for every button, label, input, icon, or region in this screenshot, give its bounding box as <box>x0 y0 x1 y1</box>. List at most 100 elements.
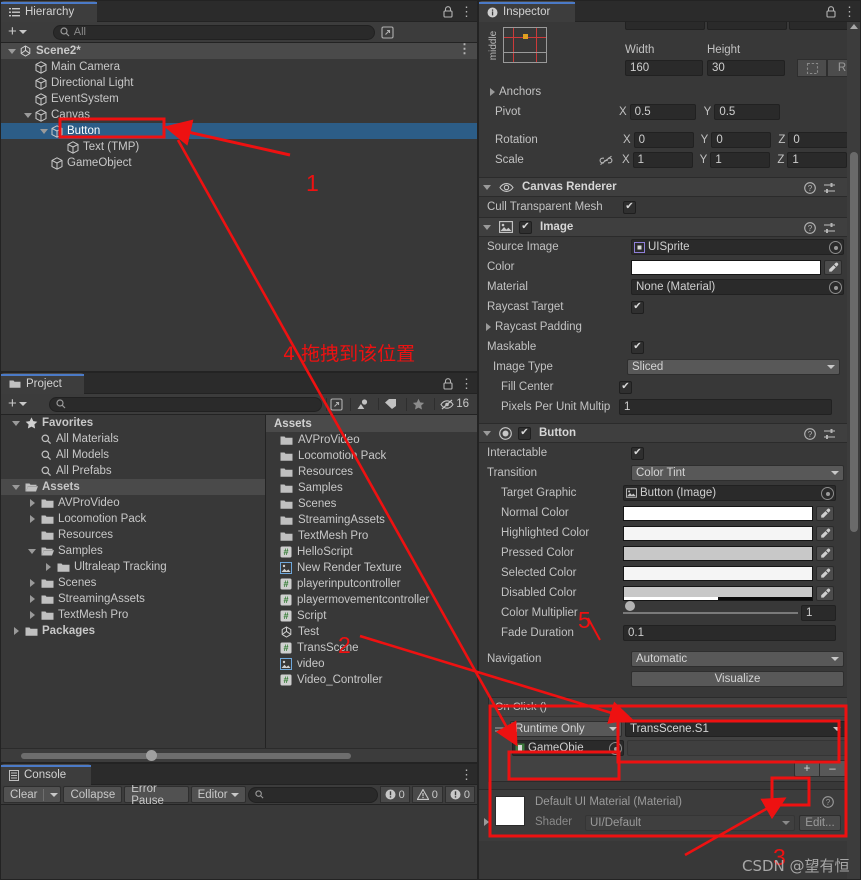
cull-transparent-mesh-checkbox[interactable] <box>623 200 636 214</box>
visualize-button[interactable]: Visualize <box>631 671 844 687</box>
hierarchy-item-gameobject[interactable]: GameObject <box>1 155 477 171</box>
kebab-menu-icon[interactable]: ⋮ <box>843 5 856 18</box>
tab-hierarchy[interactable]: Hierarchy <box>1 1 97 22</box>
project-tree-item-ultraleap-tracking[interactable]: Ultraleap Tracking <box>1 559 265 575</box>
blueprint-mode-icon[interactable] <box>797 59 827 77</box>
chevron-down-icon[interactable] <box>27 545 39 557</box>
filter-label-icon[interactable] <box>378 398 402 410</box>
asset-item-scenes[interactable]: Scenes <box>266 496 477 512</box>
create-menu-button[interactable]: + <box>4 24 31 39</box>
rotation-x-input[interactable]: 0 <box>633 132 694 148</box>
lock-icon[interactable] <box>826 5 836 18</box>
eyedropper-icon[interactable] <box>816 525 834 541</box>
tab-console[interactable]: Console <box>1 764 91 785</box>
console-search-input[interactable] <box>247 786 378 803</box>
scale-z-input[interactable]: 1 <box>787 152 848 168</box>
source-image-objectfield[interactable]: UISprite <box>631 239 844 255</box>
button-color-swatch[interactable] <box>623 585 813 601</box>
add-event-button[interactable]: + <box>794 760 820 777</box>
asset-item-new-render-texture[interactable]: New Render Texture <box>266 560 477 576</box>
favorite-star-icon[interactable] <box>406 397 430 411</box>
object-picker-icon[interactable] <box>829 241 842 254</box>
kebab-menu-icon[interactable]: ⋮ <box>460 377 473 390</box>
log-count-toggle[interactable]: 0 <box>379 786 410 803</box>
asset-item-resources[interactable]: Resources <box>266 464 477 480</box>
pos-y-field-clipped[interactable] <box>707 22 787 30</box>
object-picker-icon[interactable] <box>821 487 834 500</box>
chevron-right-icon[interactable] <box>27 577 39 589</box>
button-color-swatch[interactable] <box>623 525 813 541</box>
chevron-down-icon[interactable] <box>482 181 494 193</box>
pivot-x-input[interactable]: 0.5 <box>629 104 696 120</box>
project-tree-item-all-prefabs[interactable]: All Prefabs <box>1 463 265 479</box>
scale-x-input[interactable]: 1 <box>632 152 693 168</box>
eyedropper-icon[interactable] <box>816 545 834 561</box>
asset-item-playermovementcontroller[interactable]: # playermovementcontroller <box>266 592 477 608</box>
button-color-swatch[interactable] <box>623 505 813 521</box>
image-component-header[interactable]: Image ? ⋮ <box>479 217 860 237</box>
pos-x-field-clipped[interactable] <box>625 22 705 30</box>
project-create-menu-button[interactable]: + <box>4 396 31 411</box>
raycast-target-checkbox[interactable] <box>631 300 644 314</box>
preset-icon[interactable] <box>823 182 836 194</box>
project-tree-item-assets[interactable]: Assets <box>1 479 265 495</box>
chevron-down-icon[interactable] <box>482 427 494 439</box>
chevron-down-icon[interactable] <box>11 417 23 429</box>
asset-item-transscene[interactable]: # TransScene <box>266 640 477 656</box>
color-multiplier-slider[interactable] <box>623 601 798 621</box>
project-tree-item-avprovideo[interactable]: AVProVideo <box>1 495 265 511</box>
scrollbar-thumb[interactable] <box>850 152 858 532</box>
asset-item-playerinputcontroller[interactable]: # playerinputcontroller <box>266 576 477 592</box>
asset-item-script[interactable]: # Script <box>266 608 477 624</box>
remove-event-button[interactable]: – <box>820 760 846 777</box>
anchors-foldout[interactable]: Anchors <box>479 82 860 102</box>
eyedropper-icon[interactable] <box>816 505 834 521</box>
asset-item-avprovideo[interactable]: AVProVideo <box>266 432 477 448</box>
fade-duration-input[interactable]: 0.1 <box>623 625 836 641</box>
chevron-right-icon[interactable] <box>27 593 39 605</box>
help-icon[interactable]: ? <box>822 796 834 808</box>
project-tree-item-streamingassets[interactable]: StreamingAssets <box>1 591 265 607</box>
tab-project[interactable]: Project <box>1 373 84 394</box>
canvas-renderer-header[interactable]: Canvas Renderer ? ⋮ <box>479 177 860 197</box>
project-tree-item-favorites[interactable]: Favorites <box>1 415 265 431</box>
image-color-swatch[interactable] <box>631 259 821 275</box>
collapse-toggle[interactable]: Collapse <box>63 786 123 803</box>
hierarchy-item-main-camera[interactable]: Main Camera <box>1 59 477 75</box>
clear-button[interactable]: Clear <box>3 786 62 803</box>
chevron-right-icon[interactable] <box>27 497 39 509</box>
asset-item-locomotion-pack[interactable]: Locomotion Pack <box>266 448 477 464</box>
project-tree-item-all-materials[interactable]: All Materials <box>1 431 265 447</box>
asset-item-video-controller[interactable]: # Video_Controller <box>266 672 477 688</box>
kebab-menu-icon[interactable]: ⋮ <box>458 43 471 55</box>
height-input[interactable]: 30 <box>707 60 785 76</box>
kebab-menu-icon[interactable]: ⋮ <box>460 768 473 781</box>
tab-inspector[interactable]: Inspector <box>479 1 575 22</box>
open-in-new-icon[interactable] <box>379 25 396 39</box>
argument-field[interactable] <box>627 740 846 756</box>
chevron-down-icon[interactable] <box>7 45 19 57</box>
image-type-dropdown[interactable]: Sliced <box>627 359 840 375</box>
asset-item-test[interactable]: Test <box>266 624 477 640</box>
asset-item-textmesh-pro[interactable]: TextMesh Pro <box>266 528 477 544</box>
interactable-checkbox[interactable] <box>631 446 644 460</box>
asset-item-video[interactable]: video <box>266 656 477 672</box>
link-off-icon[interactable] <box>599 155 613 166</box>
scrollbar-thumb[interactable] <box>21 753 351 759</box>
button-component-header[interactable]: Button ? ⋮ <box>479 423 860 443</box>
eyedropper-icon[interactable] <box>816 565 834 581</box>
preset-icon[interactable] <box>823 428 836 440</box>
rotation-y-input[interactable]: 0 <box>711 132 772 148</box>
chevron-right-icon[interactable] <box>481 816 493 828</box>
scrollbar-knob[interactable] <box>146 750 157 761</box>
edit-shader-button[interactable]: Edit... <box>799 815 841 831</box>
target-object-objectfield[interactable]: GameObje <box>512 740 624 756</box>
fill-center-checkbox[interactable] <box>619 380 632 394</box>
chevron-down-icon[interactable] <box>482 221 494 233</box>
chevron-right-icon[interactable] <box>27 513 39 525</box>
chevron-right-icon[interactable] <box>487 86 499 98</box>
function-dropdown[interactable]: TransScene.S1 <box>625 721 846 737</box>
button-color-swatch[interactable] <box>623 545 813 561</box>
help-icon[interactable]: ? <box>804 428 816 440</box>
chevron-down-icon[interactable] <box>50 792 59 797</box>
